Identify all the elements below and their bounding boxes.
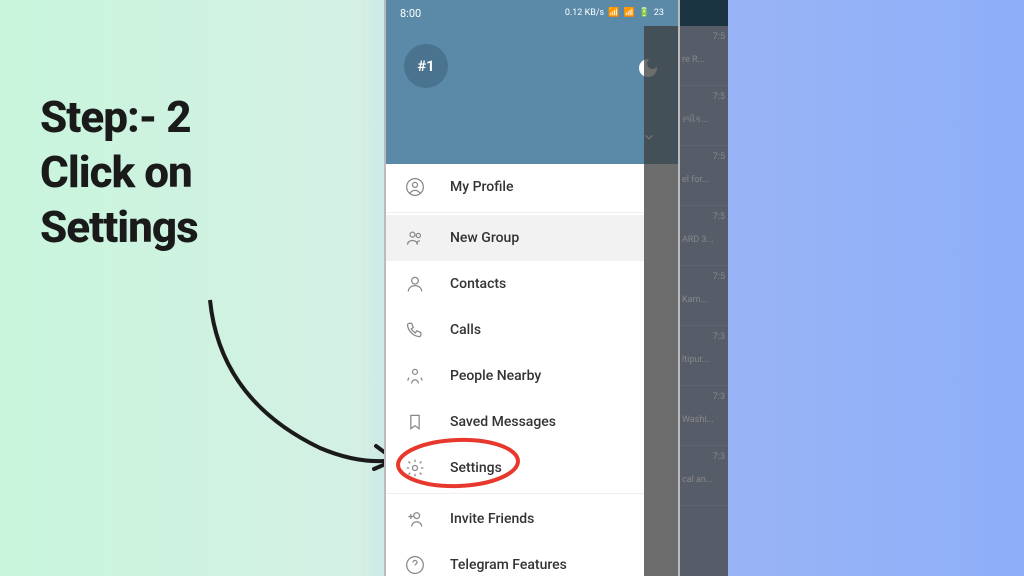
dimmed-chat-row: 7:5 ARD 3... bbox=[680, 206, 728, 266]
instruction-action: Click on bbox=[40, 145, 320, 200]
drawer-header: #1 bbox=[386, 26, 678, 164]
instruction-step: Step:- 2 bbox=[40, 90, 320, 145]
people-nearby-icon bbox=[404, 365, 426, 387]
menu-label: New Group bbox=[450, 230, 519, 246]
menu-label: Invite Friends bbox=[450, 511, 534, 527]
help-icon bbox=[404, 554, 426, 576]
status-indicators: 0.12 KB/s 📶 📶 🔋 23 bbox=[565, 8, 664, 18]
instruction-panel: Step:- 2 Click on Settings bbox=[40, 90, 320, 255]
menu-label: Contacts bbox=[450, 276, 506, 292]
divider bbox=[386, 493, 644, 494]
menu-label: Saved Messages bbox=[450, 414, 556, 430]
dimmed-overlay bbox=[644, 26, 680, 576]
signal-icon-2: 📶 bbox=[623, 8, 634, 18]
signal-icon: 📶 bbox=[608, 8, 619, 18]
invite-icon bbox=[404, 508, 426, 530]
user-circle-icon bbox=[404, 176, 426, 198]
menu-item-invite[interactable]: Invite Friends bbox=[386, 496, 644, 542]
menu-label: People Nearby bbox=[450, 368, 541, 384]
menu-item-new-group[interactable]: New Group bbox=[386, 215, 644, 261]
phone-frame: 8:00 0.12 KB/s 📶 📶 🔋 23 #1 My Profile bbox=[384, 0, 680, 576]
menu-label: My Profile bbox=[450, 179, 513, 195]
gear-icon bbox=[404, 457, 426, 479]
dimmed-chat-row: 7:3 cal an... bbox=[680, 446, 728, 506]
dimmed-chat-row: 7:5 Kam... bbox=[680, 266, 728, 326]
menu-item-features[interactable]: Telegram Features bbox=[386, 542, 644, 576]
contact-icon bbox=[404, 273, 426, 295]
users-icon bbox=[404, 227, 426, 249]
drawer-menu: My Profile New Group Contacts Calls bbox=[386, 164, 644, 576]
status-time: 8:00 bbox=[400, 7, 421, 20]
dimmed-chat-list: 7:5 re R... 7:5 સ્પીક... 7:5 el for... 7… bbox=[680, 0, 728, 576]
menu-label: Settings bbox=[450, 460, 502, 476]
menu-item-profile[interactable]: My Profile bbox=[386, 164, 644, 210]
menu-label: Calls bbox=[450, 322, 481, 338]
bookmark-icon bbox=[404, 411, 426, 433]
avatar-label: #1 bbox=[417, 57, 435, 75]
menu-item-calls[interactable]: Calls bbox=[386, 307, 644, 353]
user-avatar[interactable]: #1 bbox=[404, 44, 448, 88]
data-rate: 0.12 KB/s bbox=[565, 8, 604, 18]
menu-item-settings[interactable]: Settings bbox=[386, 445, 644, 491]
dimmed-chat-row: 7:3 Washi... bbox=[680, 386, 728, 446]
battery-percent: 23 bbox=[654, 8, 664, 18]
dimmed-chat-row: 7:3 ltipur... bbox=[680, 326, 728, 386]
status-bar: 8:00 0.12 KB/s 📶 📶 🔋 23 bbox=[386, 0, 678, 26]
menu-item-saved[interactable]: Saved Messages bbox=[386, 399, 644, 445]
dimmed-chat-row: 7:5 સ્પીક... bbox=[680, 86, 728, 146]
dimmed-chat-row: 7:5 el for... bbox=[680, 146, 728, 206]
instruction-target: Settings bbox=[40, 200, 320, 255]
battery-icon: 🔋 bbox=[639, 8, 650, 18]
menu-item-nearby[interactable]: People Nearby bbox=[386, 353, 644, 399]
menu-item-contacts[interactable]: Contacts bbox=[386, 261, 644, 307]
divider bbox=[386, 212, 644, 213]
dimmed-topbar bbox=[680, 0, 728, 26]
phone-icon bbox=[404, 319, 426, 341]
dimmed-chat-row: 7:5 re R... bbox=[680, 26, 728, 86]
menu-label: Telegram Features bbox=[450, 557, 567, 573]
